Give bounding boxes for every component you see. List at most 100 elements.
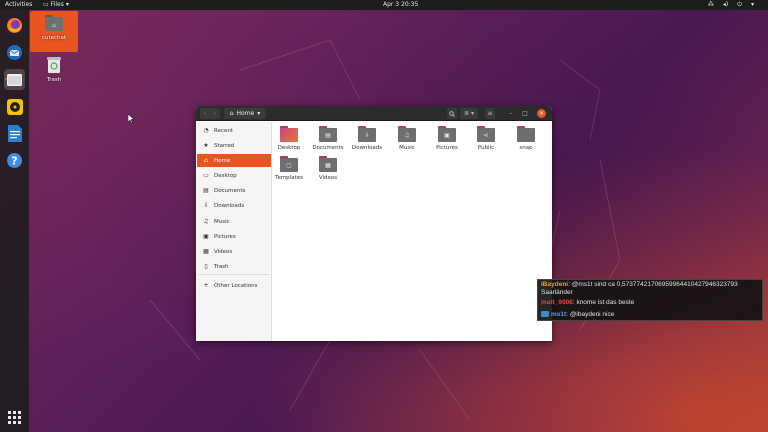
desktop-icon-label: cutechat	[41, 35, 67, 41]
chat-username: iBaydeni	[541, 281, 569, 288]
folder-documents[interactable]: ▤ Documents	[309, 126, 347, 151]
chat-separator: :	[568, 281, 570, 288]
show-apps-icon	[8, 411, 21, 424]
documents-folder-icon: ▤	[319, 126, 337, 142]
folder-music[interactable]: ♫ Music	[388, 126, 426, 151]
close-button[interactable]: ×	[537, 109, 546, 118]
files-launcher[interactable]	[4, 69, 25, 90]
rhythmbox-launcher[interactable]	[4, 96, 25, 117]
path-bar-home[interactable]: ⌂ Home ▾	[224, 108, 266, 119]
sidebar-item-label: Desktop	[214, 172, 237, 179]
file-view: Desktop ▤ Documents ⇩ Downloads ♫ Music	[273, 122, 552, 341]
chat-message: matt_9908: knome ist das beste	[541, 299, 761, 307]
sidebar-item-recent[interactable]: ◔ Recent	[197, 124, 271, 137]
folder-label: Public	[477, 145, 495, 151]
chat-separator: :	[566, 311, 568, 318]
dock: ?	[0, 10, 29, 432]
sidebar-item-home[interactable]: ⌂ Home	[197, 154, 271, 167]
chat-text: Saarländer	[541, 289, 573, 296]
folder-templates[interactable]: ▢ Templates	[270, 156, 308, 181]
sidebar-item-label: Home	[214, 157, 231, 164]
sidebar-item-other-locations[interactable]: + Other Locations	[197, 279, 271, 292]
folder-pictures[interactable]: ▣ Pictures	[428, 126, 466, 151]
running-indicator	[5, 78, 7, 80]
video-icon: ▦	[203, 247, 209, 255]
back-button[interactable]: ‹	[200, 108, 210, 119]
trash-icon	[47, 57, 61, 73]
clock-icon: ◔	[203, 126, 209, 134]
folder-icon	[517, 126, 535, 142]
chevron-down-icon: ▾	[750, 1, 754, 8]
maximize-icon: □	[522, 110, 528, 117]
desktop-icon-label: Trash	[46, 77, 62, 83]
trash-icon: ▯	[204, 262, 208, 270]
svg-text:?: ?	[11, 155, 17, 168]
firefox-launcher[interactable]	[4, 15, 25, 36]
maximize-button[interactable]: □	[520, 108, 530, 119]
folder-label: Desktop	[277, 145, 301, 151]
libreoffice-writer-launcher[interactable]	[4, 123, 25, 144]
chat-message: iBaydeni: @ms1t sind ca 0,57377421706959…	[541, 281, 761, 289]
sidebar-item-videos[interactable]: ▦ Videos	[197, 245, 271, 258]
network-icon: ⁂	[707, 1, 714, 8]
forward-button[interactable]: ›	[210, 108, 220, 119]
help-launcher[interactable]: ?	[4, 150, 25, 171]
chat-username: matt_9908	[541, 299, 573, 306]
sidebar-item-starred[interactable]: ★ Starred	[197, 139, 271, 152]
sidebar-item-trash[interactable]: ▯ Trash	[197, 260, 271, 273]
sidebar-item-label: Videos	[214, 248, 233, 255]
sidebar-item-documents[interactable]: ▤ Documents	[197, 184, 271, 197]
libreoffice-writer-icon	[7, 125, 22, 142]
music-folder-icon: ♫	[398, 126, 416, 142]
view-toggle-button[interactable]: ≣ ▾	[460, 108, 478, 119]
folder-desktop[interactable]: Desktop	[270, 126, 308, 151]
desktop-folder-icon	[280, 126, 298, 142]
show-applications-button[interactable]	[4, 407, 25, 428]
desktop-icon-cutechat[interactable]: ⌂ cutechat	[30, 11, 78, 52]
sidebar-item-label: Other Locations	[214, 282, 258, 289]
public-folder-icon: ⋖	[477, 126, 495, 142]
folder-label: Templates	[275, 175, 303, 181]
path-label: Home	[236, 110, 255, 117]
system-tray[interactable]: ⁂ ◂) ⏻ ▾	[708, 1, 754, 9]
mouse-pointer-icon	[128, 114, 134, 123]
desktop-icon: ▭	[203, 171, 209, 179]
home-icon: ⌂	[229, 110, 234, 117]
folder-icon: ⌂	[45, 15, 63, 31]
app-menu-label: Files	[50, 1, 64, 8]
thunderbird-icon	[7, 45, 22, 60]
music-icon: ♫	[203, 217, 209, 225]
thunderbird-launcher[interactable]	[4, 42, 25, 63]
chat-text: @ms1t sind ca 0,573774217069599644104279…	[571, 281, 738, 288]
minimize-button[interactable]: –	[506, 108, 516, 119]
folder-label: Videos	[318, 175, 338, 181]
chevron-down-icon: ▾	[65, 1, 69, 8]
sidebar-item-music[interactable]: ♫ Music	[197, 215, 271, 228]
minimize-icon: –	[509, 110, 513, 117]
activities-button[interactable]: Activities	[5, 1, 32, 8]
sidebar-item-pictures[interactable]: ▣ Pictures	[197, 230, 271, 243]
folder-downloads[interactable]: ⇩ Downloads	[348, 126, 386, 151]
downloads-folder-icon: ⇩	[358, 126, 376, 142]
files-window: ‹ › ⌂ Home ▾ ≣ ▾ ≡ – □ × ◔ Recent ★ Star…	[196, 106, 552, 341]
sidebar-item-desktop[interactable]: ▭ Desktop	[197, 169, 271, 182]
pictures-folder-icon: ▣	[438, 126, 456, 142]
hamburger-icon: ≡	[487, 110, 493, 117]
close-icon: ×	[538, 110, 545, 117]
desktop-icon-trash[interactable]: Trash	[30, 56, 78, 84]
chat-overlay: iBaydeni: @ms1t sind ca 0,57377421706959…	[537, 279, 763, 321]
folder-videos[interactable]: ▦ Videos	[309, 156, 347, 181]
menu-button[interactable]: ≡	[485, 108, 495, 119]
clock[interactable]: Apr 3 20:35	[383, 1, 418, 8]
folder-snap[interactable]: snap	[507, 126, 545, 151]
plus-icon: +	[203, 281, 209, 289]
folder-public[interactable]: ⋖ Public	[467, 126, 505, 151]
chevron-down-icon: ▾	[257, 110, 261, 117]
badge-icon	[541, 311, 549, 318]
sidebar-item-downloads[interactable]: ⇩ Downloads	[197, 199, 271, 212]
files-icon	[7, 74, 22, 86]
top-panel: Activities ▭ Files ▾ Apr 3 20:35 ⁂ ◂) ⏻ …	[0, 0, 768, 10]
app-menu-button[interactable]: ▭ Files ▾	[43, 1, 69, 8]
power-icon: ⏻	[737, 1, 742, 8]
search-button[interactable]	[447, 108, 457, 119]
